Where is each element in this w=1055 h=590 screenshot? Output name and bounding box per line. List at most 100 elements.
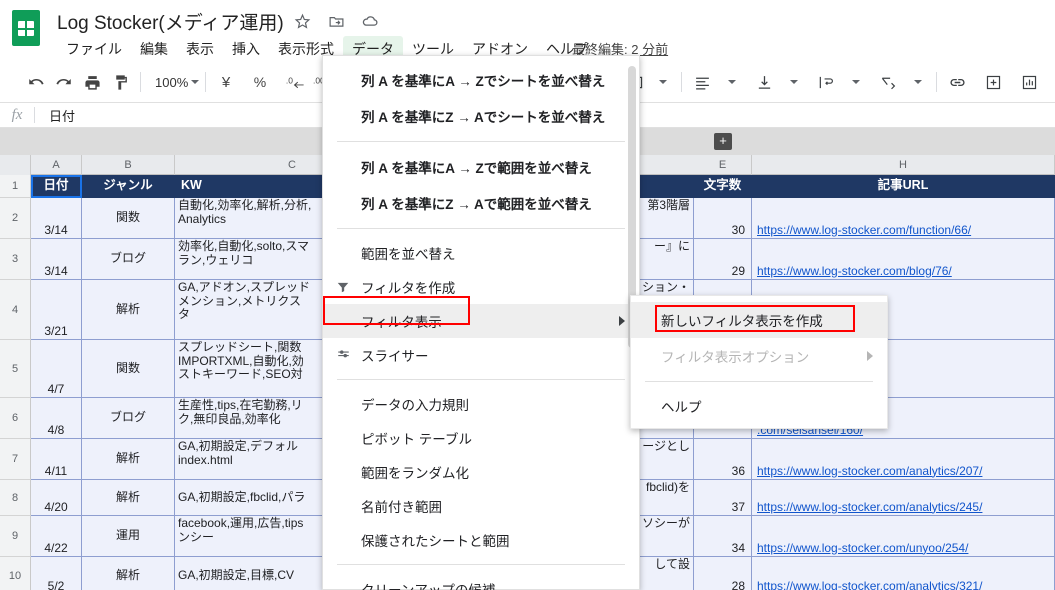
- google-sheets-icon[interactable]: [12, 10, 42, 48]
- row-header-4[interactable]: 4: [0, 280, 31, 340]
- table-cell[interactable]: 4/22: [31, 516, 82, 557]
- halign-dropdown-caret[interactable]: [716, 68, 744, 96]
- article-url-link[interactable]: https://www.log-stocker.com/function/66/: [757, 223, 971, 238]
- table-cell[interactable]: https://www.log-stocker.com/unyoo/254/: [752, 516, 1055, 557]
- row-header-10[interactable]: 10: [0, 557, 31, 590]
- vertical-align-icon[interactable]: [750, 68, 778, 96]
- menu-named-ranges[interactable]: 名前付き範囲: [323, 489, 639, 523]
- valign-dropdown-caret[interactable]: [778, 68, 806, 96]
- merge-dropdown-caret[interactable]: [647, 68, 675, 96]
- menu-cleanup-suggestions[interactable]: クリーンアップの候補: [323, 572, 639, 590]
- row-header-6[interactable]: 6: [0, 398, 31, 439]
- table-cell[interactable]: 34: [694, 516, 752, 557]
- menu-sort-sheet-za[interactable]: 列 A を基準にZ → Aでシートを並べ替え: [323, 98, 639, 134]
- row-header-5[interactable]: 5: [0, 340, 31, 398]
- menu-sort-sheet-az[interactable]: 列 A を基準にA → Zでシートを並べ替え: [323, 62, 639, 98]
- add-column-button[interactable]: +: [714, 133, 732, 150]
- menu-sort-range[interactable]: 範囲を並べ替え: [323, 236, 639, 270]
- table-cell[interactable]: 4/7: [31, 340, 82, 398]
- redo-icon[interactable]: [50, 68, 78, 96]
- print-icon[interactable]: [78, 68, 106, 96]
- table-cell[interactable]: 解析: [82, 557, 175, 590]
- submenu-help[interactable]: ヘルプ: [631, 389, 887, 423]
- wrap-dropdown-caret[interactable]: [840, 68, 868, 96]
- menu-insert[interactable]: 挿入: [223, 36, 269, 62]
- table-cell[interactable]: https://www.log-stocker.com/function/66/: [752, 198, 1055, 239]
- menu-filter-views[interactable]: フィルタ表示: [323, 304, 639, 338]
- table-cell[interactable]: 28: [694, 557, 752, 590]
- table-cell[interactable]: https://www.log-stocker.com/blog/76/: [752, 239, 1055, 280]
- column-header-H[interactable]: H: [752, 155, 1055, 175]
- row-header-1[interactable]: 1: [0, 175, 31, 198]
- row-header-8[interactable]: 8: [0, 480, 31, 516]
- table-cell[interactable]: 3/14: [31, 198, 82, 239]
- table-cell[interactable]: https://www.log-stocker.com/analytics/20…: [752, 439, 1055, 480]
- text-wrap-icon[interactable]: [812, 68, 840, 96]
- table-cell[interactable]: 解析: [82, 280, 175, 340]
- table-cell[interactable]: 29: [694, 239, 752, 280]
- table-cell[interactable]: 4/11: [31, 439, 82, 480]
- paint-format-icon[interactable]: [106, 68, 134, 96]
- cloud-saved-icon[interactable]: [360, 11, 380, 31]
- menu-create-filter[interactable]: フィルタを作成: [323, 270, 639, 304]
- menu-protected-sheets[interactable]: 保護されたシートと範囲: [323, 523, 639, 557]
- table-cell[interactable]: https://www.log-stocker.com/analytics/24…: [752, 480, 1055, 516]
- currency-format-button[interactable]: ¥: [212, 68, 240, 96]
- text-rotation-icon[interactable]: [874, 68, 902, 96]
- column-header-E[interactable]: E: [694, 155, 752, 175]
- rotation-dropdown-caret[interactable]: [902, 68, 930, 96]
- menu-sort-range-az[interactable]: 列 A を基準にA → Zで範囲を並べ替え: [323, 149, 639, 185]
- table-cell[interactable]: 解析: [82, 480, 175, 516]
- cell-E1[interactable]: 文字数: [694, 175, 752, 198]
- cell-A1[interactable]: 日付: [31, 175, 82, 198]
- article-url-link[interactable]: https://www.log-stocker.com/analytics/20…: [757, 464, 982, 479]
- table-cell[interactable]: 運用: [82, 516, 175, 557]
- move-to-folder-icon[interactable]: [326, 11, 346, 31]
- menu-edit[interactable]: 編集: [131, 36, 177, 62]
- insert-link-icon[interactable]: [943, 68, 971, 96]
- submenu-create-new-filter-view[interactable]: 新しいフィルタ表示を作成: [631, 302, 887, 338]
- menu-randomize-range[interactable]: 範囲をランダム化: [323, 455, 639, 489]
- formula-input[interactable]: 日付: [35, 106, 75, 125]
- decimal-decrease-button[interactable]: .0: [282, 68, 310, 96]
- insert-chart-icon[interactable]: [1015, 68, 1043, 96]
- table-cell[interactable]: 3/14: [31, 239, 82, 280]
- table-cell[interactable]: 3/21: [31, 280, 82, 340]
- table-cell[interactable]: ブログ: [82, 239, 175, 280]
- zoom-level-dropdown[interactable]: 100%: [147, 68, 200, 96]
- percent-format-button[interactable]: %: [246, 68, 274, 96]
- cell-B1[interactable]: ジャンル: [82, 175, 175, 198]
- column-header-B[interactable]: B: [82, 155, 175, 175]
- table-cell[interactable]: ブログ: [82, 398, 175, 439]
- table-cell[interactable]: 関数: [82, 340, 175, 398]
- row-header-7[interactable]: 7: [0, 439, 31, 480]
- table-cell[interactable]: 30: [694, 198, 752, 239]
- article-url-link[interactable]: https://www.log-stocker.com/blog/76/: [757, 264, 952, 279]
- insert-comment-icon[interactable]: [979, 68, 1007, 96]
- cell-H1[interactable]: 記事URL: [752, 175, 1055, 198]
- select-all-corner[interactable]: [0, 155, 31, 175]
- menu-sort-range-za[interactable]: 列 A を基準にZ → Aで範囲を並べ替え: [323, 185, 639, 221]
- table-cell[interactable]: 関数: [82, 198, 175, 239]
- undo-icon[interactable]: [22, 68, 50, 96]
- article-url-link[interactable]: https://www.log-stocker.com/unyoo/254/: [757, 541, 968, 556]
- menu-pivot-table[interactable]: ピボット テーブル: [323, 421, 639, 455]
- article-url-link[interactable]: https://www.log-stocker.com/analytics/32…: [757, 579, 982, 590]
- menu-view[interactable]: 表示: [177, 36, 223, 62]
- menu-file[interactable]: ファイル: [57, 36, 131, 62]
- column-header-A[interactable]: A: [31, 155, 82, 175]
- article-url-link[interactable]: https://www.log-stocker.com/analytics/24…: [757, 500, 982, 515]
- star-icon[interactable]: [292, 11, 312, 31]
- table-cell[interactable]: 5/2: [31, 557, 82, 590]
- table-cell[interactable]: 解析: [82, 439, 175, 480]
- table-cell[interactable]: https://www.log-stocker.com/analytics/32…: [752, 557, 1055, 590]
- row-header-2[interactable]: 2: [0, 198, 31, 239]
- menu-slicer[interactable]: スライサー: [323, 338, 639, 372]
- document-title[interactable]: Log Stocker(メディア運用): [57, 8, 284, 35]
- horizontal-align-icon[interactable]: [688, 68, 716, 96]
- table-cell[interactable]: 36: [694, 439, 752, 480]
- row-header-3[interactable]: 3: [0, 239, 31, 280]
- table-cell[interactable]: 37: [694, 480, 752, 516]
- table-cell[interactable]: 4/20: [31, 480, 82, 516]
- row-header-9[interactable]: 9: [0, 516, 31, 557]
